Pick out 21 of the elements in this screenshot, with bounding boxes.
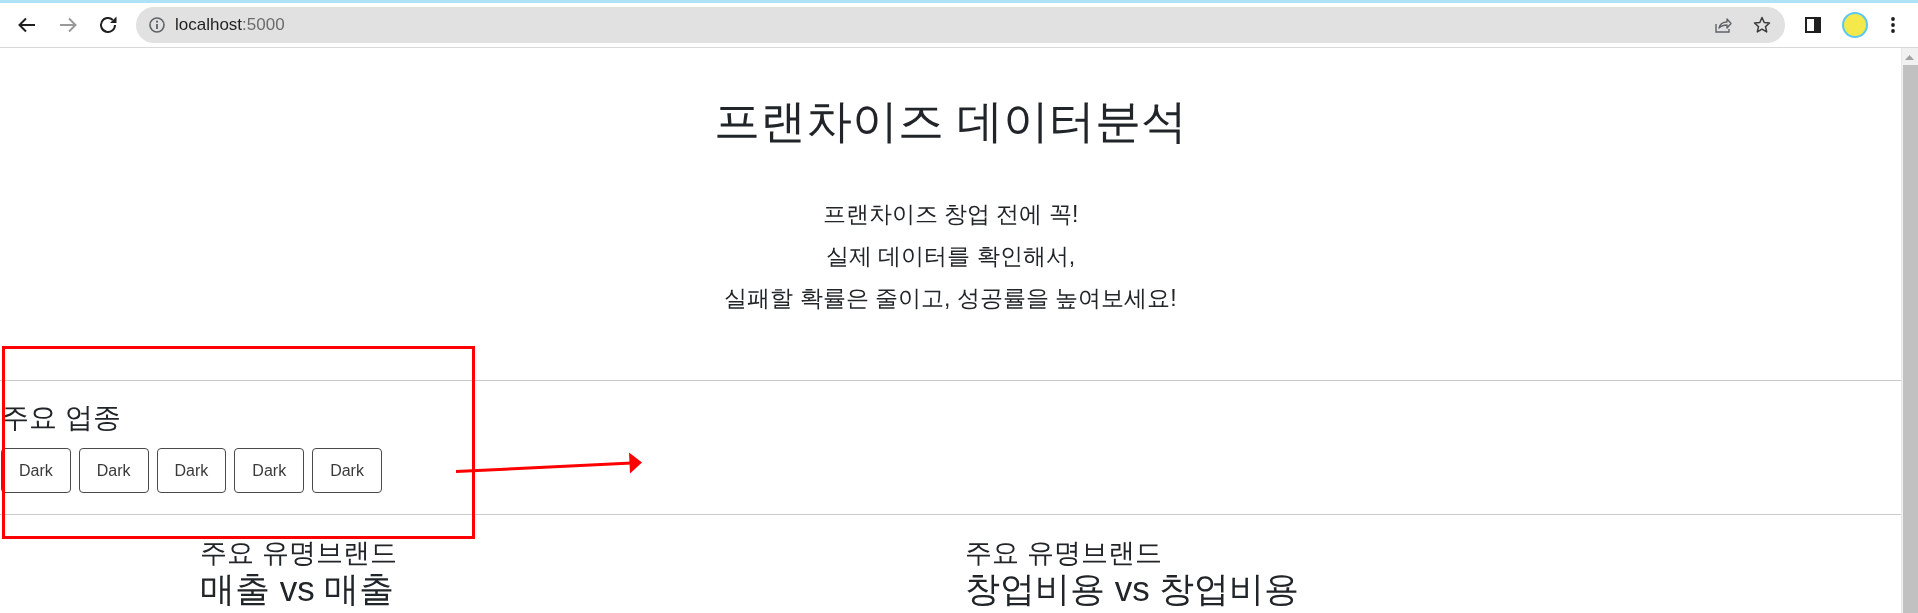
brand-label: 주요 유명브랜드 <box>965 537 1163 570</box>
share-icon[interactable] <box>1714 16 1732 34</box>
category-button[interactable]: Dark <box>1 447 71 494</box>
intro-text: 프랜차이즈 창업 전에 꼭! 실제 데이터를 확인해서, 실패할 확률은 줄이고, 성공률을 높여보세요! <box>724 200 1177 314</box>
star-icon[interactable] <box>1753 16 1771 34</box>
info-icon[interactable] <box>149 17 165 33</box>
brand-heading: 창업비용 vs 창업비용 <box>965 569 1300 609</box>
category-button[interactable]: Dark <box>234 447 305 494</box>
category-button[interactable]: Dark <box>156 447 227 494</box>
url-text: localhost:5000 <box>175 14 285 37</box>
side-panel-icon[interactable] <box>1805 17 1821 33</box>
section-heading: 주요 업종 <box>1 401 122 435</box>
category-button[interactable]: Dark <box>312 447 382 494</box>
address-bar[interactable]: localhost:5000 <box>136 7 1785 43</box>
category-button[interactable]: Dark <box>78 447 149 494</box>
back-arrow-icon[interactable] <box>17 15 37 35</box>
page-title: 프랜차이즈 데이터분석 <box>713 94 1188 149</box>
brand-label: 주요 유명브랜드 <box>200 537 398 570</box>
menu-icon[interactable] <box>1891 17 1895 33</box>
reload-icon[interactable] <box>98 15 118 35</box>
brand-heading: 매출 vs 매출 <box>200 569 396 609</box>
